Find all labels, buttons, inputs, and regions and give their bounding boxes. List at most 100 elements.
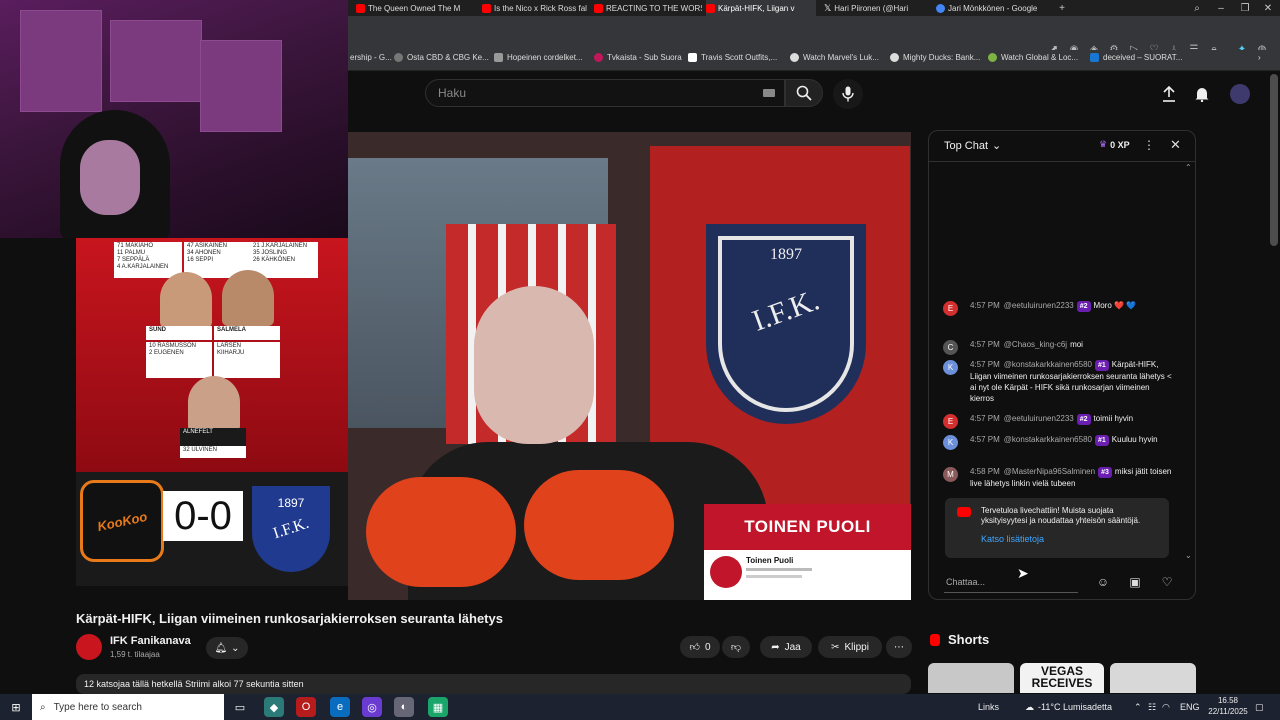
links-toolbar[interactable]: Links	[978, 694, 999, 720]
app-icon[interactable]: ◆	[264, 697, 284, 717]
tray-expand-icon[interactable]: ⌃	[1134, 694, 1142, 720]
search-tabs-icon[interactable]: ⌕	[1185, 0, 1209, 16]
bookmark-item[interactable]: Mighty Ducks: Bank...	[890, 53, 980, 62]
heart-icon[interactable]: ♡	[1159, 574, 1175, 590]
browser-tab-active[interactable]: Kärpät-HIFK, Liigan v	[706, 0, 816, 16]
user-avatar: E	[943, 414, 958, 429]
bookmark-item[interactable]: deceived – SUORAT...	[1090, 53, 1182, 62]
bell-icon	[1195, 88, 1209, 102]
like-button[interactable]: 👍︎ 0	[680, 636, 720, 658]
channel-name[interactable]: IFK Fanikanava	[110, 635, 191, 647]
search-box[interactable]	[425, 79, 785, 107]
opera-browser-icon[interactable]: O	[296, 697, 316, 717]
search-icon: ⌕	[40, 701, 46, 713]
browser-tab[interactable]: REACTING TO THE WORST	[594, 0, 702, 16]
account-avatar[interactable]	[1229, 83, 1251, 105]
notification-center-icon[interactable]: ▢	[1255, 694, 1264, 720]
short-thumbnail[interactable]	[928, 663, 1014, 693]
browser-tab[interactable]: Is the Nico x Rick Ross fal	[482, 0, 588, 16]
language-indicator[interactable]: ENG	[1180, 694, 1200, 720]
more-bookmarks-icon[interactable]: ›	[1258, 53, 1261, 62]
network-icon[interactable]: ☷	[1148, 694, 1156, 720]
bookmark-item[interactable]: ership - G...	[350, 53, 392, 62]
chat-message: E 4:57 PM @eetuluirunen2233 #2 toimii hyvin	[943, 413, 1173, 429]
dislike-button[interactable]: 👎︎	[722, 636, 750, 658]
more-actions-button[interactable]: ⋯	[886, 636, 912, 658]
notifications-button[interactable]	[1191, 83, 1213, 105]
bookmark-item[interactable]: Watch Marvel's Luk...	[790, 53, 879, 62]
browser-tab[interactable]: Jari Mönkkönen - Google	[936, 0, 1046, 16]
edge-browser-icon[interactable]: e	[330, 697, 350, 717]
bookmark-item[interactable]: Watch Global & Loc...	[988, 53, 1078, 62]
chat-welcome-notice: Tervetuloa livechattiin! Muista suojata …	[945, 498, 1169, 558]
page-scrollbar[interactable]	[1270, 74, 1278, 246]
boxing-glove-left	[366, 477, 516, 587]
leaderboard-badge: #1	[1094, 435, 1109, 446]
close-window-button[interactable]: ✕	[1256, 0, 1280, 16]
voice-search-button[interactable]	[833, 79, 863, 109]
create-button[interactable]	[1158, 83, 1180, 105]
bookmark-item[interactable]: Hopeinen cordelket...	[494, 53, 583, 62]
leaderboard-badge: #2	[1076, 414, 1091, 425]
user-avatar: K	[943, 360, 958, 375]
short-thumbnail[interactable]	[1110, 663, 1196, 693]
bookmark-item[interactable]: Tvkaista - Sub Suora	[594, 53, 682, 62]
user-avatar: E	[943, 301, 958, 316]
weather-widget[interactable]: ☁ -11°C Lumisadetta	[1025, 694, 1112, 720]
wifi-icon[interactable]: ◠	[1162, 694, 1170, 720]
chat-message: K 4:57 PM @konstakarkkainen6580 #1 Kuuluu h…	[943, 434, 1173, 450]
short-thumbnail[interactable]: VEGAS RECEIVES	[1020, 663, 1104, 693]
close-chat-icon[interactable]: ✕	[1170, 137, 1181, 153]
cloud-icon: ☁	[1025, 701, 1034, 712]
browser-tab[interactable]: 𝕏 Hari Piironen (@Hari	[824, 0, 930, 16]
system-clock[interactable]: 16.58 22/11/2025	[1208, 695, 1248, 717]
user-avatar: M	[943, 467, 958, 482]
goalie-name: ALNEFELT	[180, 428, 246, 446]
share-button[interactable]: ➦ Jaa	[760, 636, 812, 658]
search-button[interactable]	[785, 79, 823, 107]
live-chat-panel: Top Chat ⌄ ♛ 0 XP ⋮ ✕ ⌃ E 4:57 PM @eetuluir…	[928, 130, 1196, 600]
upload-icon	[1163, 86, 1175, 102]
minimize-button[interactable]: –	[1209, 0, 1233, 16]
xp-badge[interactable]: ♛ 0 XP	[1099, 139, 1130, 150]
spreadsheet-app-icon[interactable]: ▦	[428, 697, 448, 717]
bookmark-item[interactable]: Travis Scott Outfits,...	[688, 53, 777, 62]
youtube-icon	[594, 3, 603, 13]
emoji-icon[interactable]: ☺	[1095, 574, 1111, 590]
new-tab-button[interactable]: +	[1050, 0, 1074, 16]
chat-more-icon[interactable]: ⋮	[1143, 138, 1155, 152]
browser-tab[interactable]: The Queen Owned The M	[356, 0, 476, 16]
task-view-icon[interactable]: ▭	[230, 697, 250, 717]
scroll-down-icon[interactable]: ⌄	[1185, 551, 1192, 560]
search-input[interactable]	[436, 85, 740, 101]
globe-icon	[394, 53, 403, 62]
super-chat-icon[interactable]: ▣	[1127, 574, 1143, 590]
chat-app-icon[interactable]: ◎	[362, 697, 382, 717]
leaderboard-badge: #1	[1094, 360, 1109, 371]
keyboard-icon[interactable]	[763, 89, 775, 97]
taskbar-search[interactable]: ⌕ Type here to search	[32, 694, 224, 720]
restore-button[interactable]: ❐	[1233, 0, 1257, 16]
chat-header: Top Chat ⌄ ♛ 0 XP ⋮ ✕	[929, 131, 1195, 162]
windows-start-icon[interactable]: ⊞	[6, 697, 26, 717]
player-name: SUND	[146, 326, 212, 340]
chevron-down-icon: ⌄	[992, 140, 1002, 152]
leaderboard-badge: #3	[1098, 467, 1112, 478]
microphone-icon	[842, 86, 854, 102]
bookmark-item[interactable]: Osta CBD & CBG Ke...	[394, 53, 489, 62]
crown-icon: ♛	[1099, 139, 1108, 149]
chat-input[interactable]	[944, 572, 1078, 593]
score-display: 0-0	[163, 491, 243, 541]
chat-message: K 4:57 PM @konstakarkkainen6580 #1 Kärpät-H…	[943, 359, 1173, 404]
thumbs-up-icon: 👍︎	[689, 642, 700, 653]
app-icon[interactable]: ◐	[394, 697, 414, 717]
scroll-up-icon[interactable]: ⌃	[1185, 163, 1192, 172]
channel-avatar[interactable]	[76, 634, 102, 660]
promo-channel-name: Toinen Puoli	[746, 556, 794, 565]
chat-mode-dropdown[interactable]: Top Chat ⌄	[944, 139, 1002, 153]
clip-button[interactable]: ✂ Klippi	[818, 636, 882, 658]
learn-more-link[interactable]: Katso lisätietoja	[981, 534, 1044, 544]
subscription-bell-button[interactable]: 🔔︎ ⌄	[206, 637, 248, 659]
description-box[interactable]: 12 katsojaa tällä hetkellä Striimi alkoi…	[76, 674, 911, 694]
ifk-flag-emblem: I.F.K. 1897	[706, 224, 866, 424]
